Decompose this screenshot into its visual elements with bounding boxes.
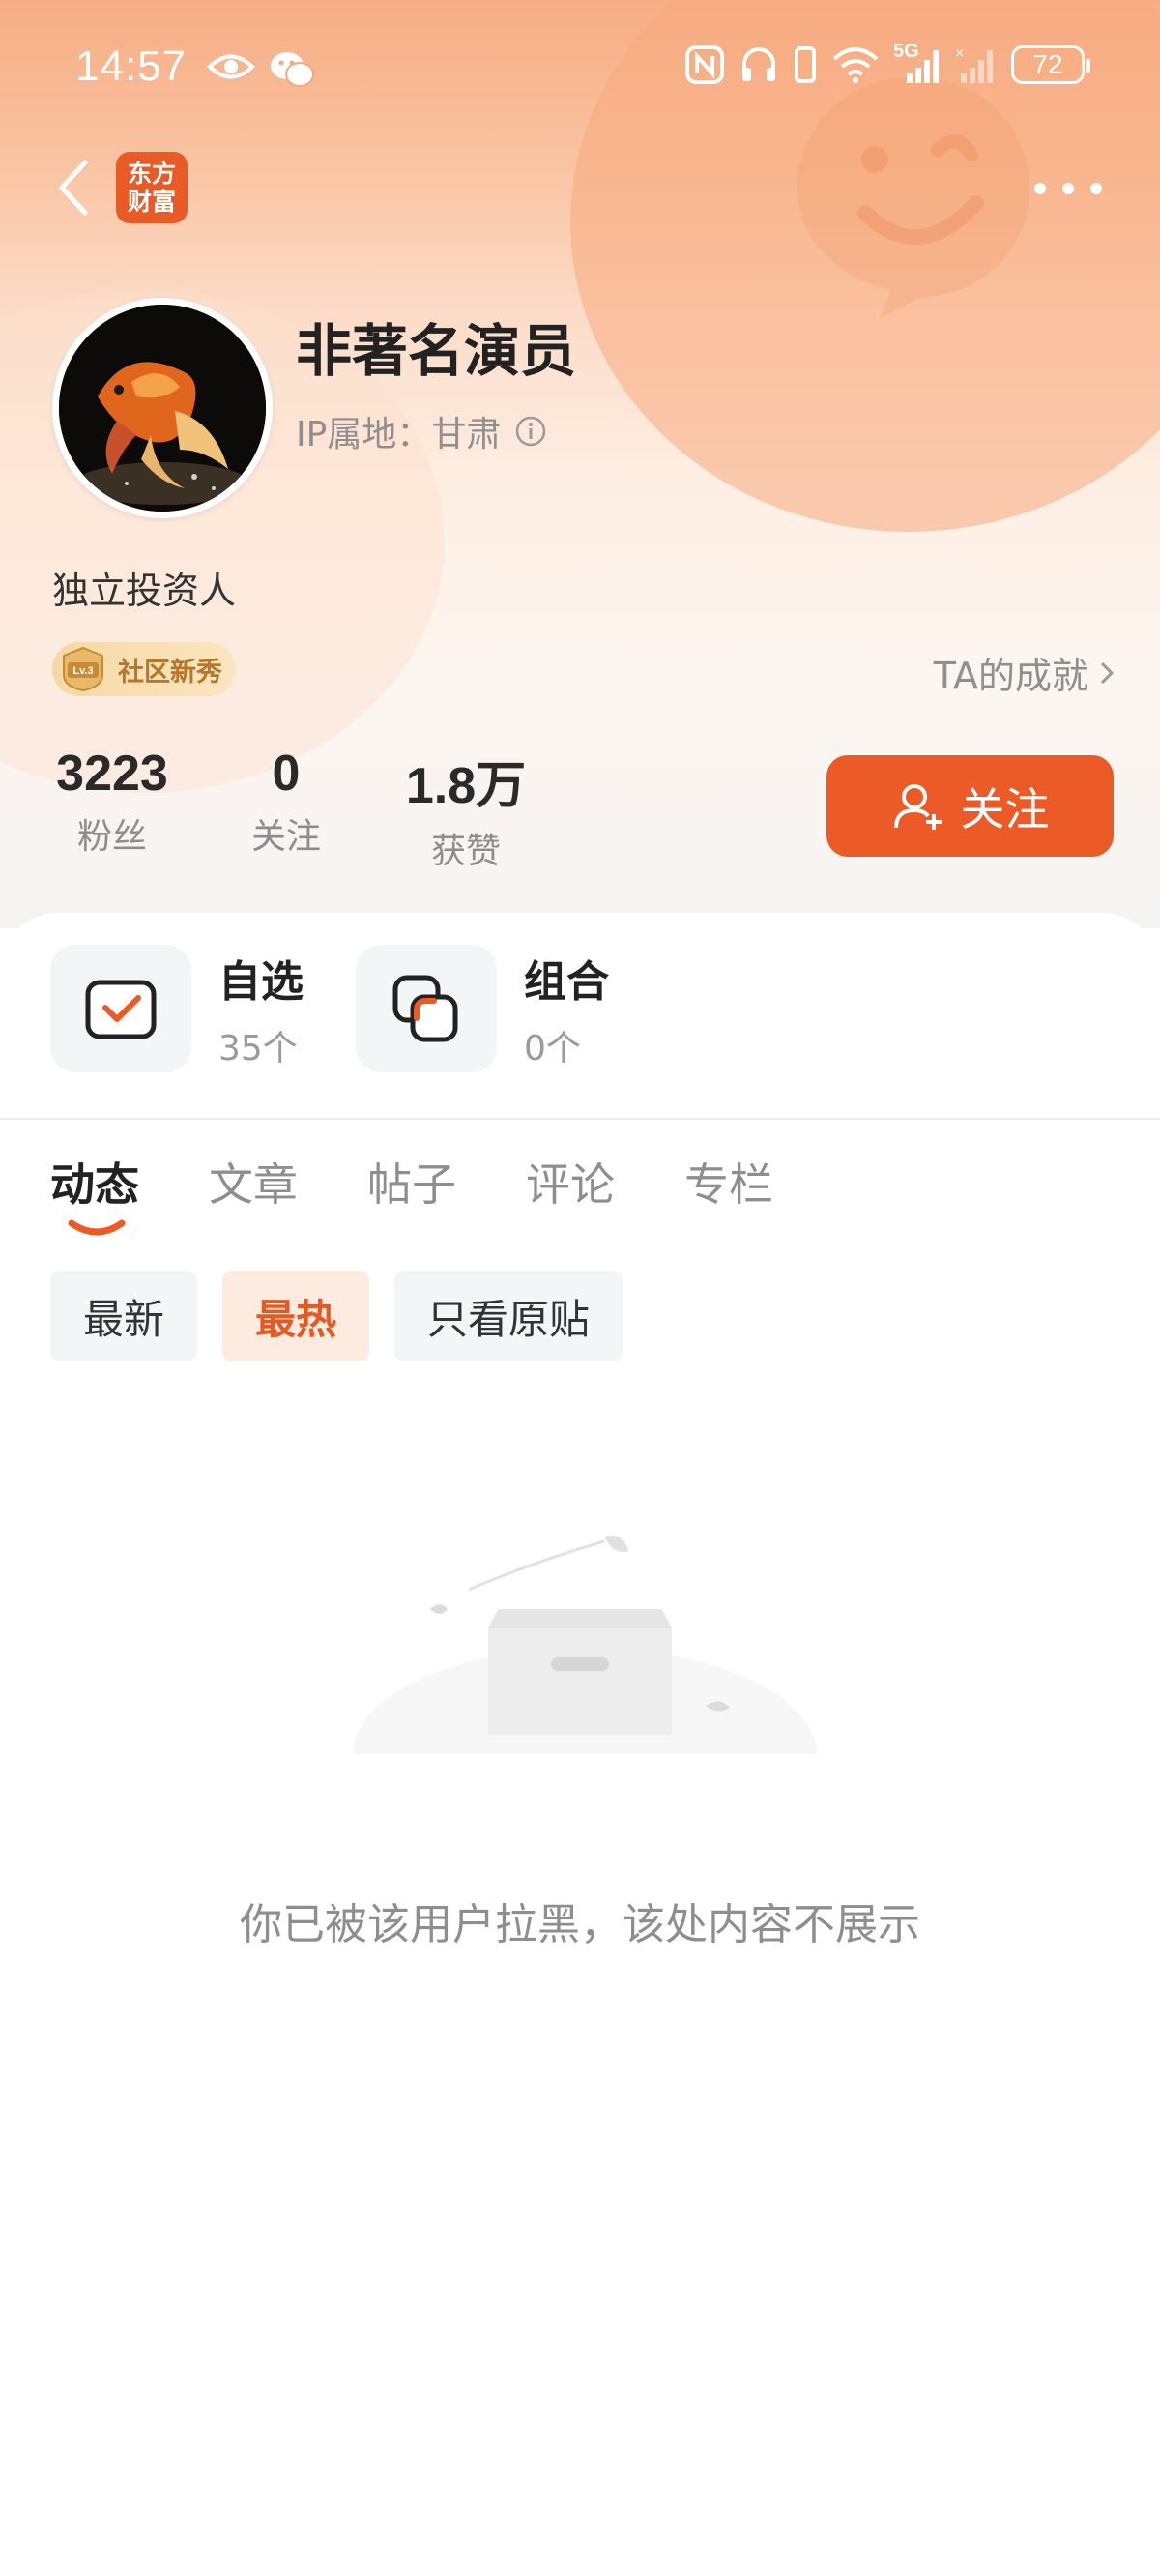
eye-icon bbox=[207, 54, 255, 79]
watchlist-check-icon bbox=[85, 980, 157, 1039]
follow-button[interactable]: 关注 bbox=[826, 755, 1114, 857]
back-button[interactable] bbox=[48, 153, 99, 222]
portfolio-squares-icon bbox=[392, 975, 458, 1042]
tab-activity[interactable]: 动态 bbox=[50, 1150, 139, 1214]
chevron-right-icon bbox=[1100, 661, 1115, 684]
svg-text:×: × bbox=[955, 45, 964, 62]
filter-original-only[interactable]: 只看原贴 bbox=[394, 1271, 624, 1361]
filter-latest[interactable]: 最新 bbox=[50, 1271, 198, 1361]
app-logo-line1: 东方 bbox=[127, 160, 176, 188]
more-dot bbox=[1062, 183, 1074, 194]
info-icon[interactable] bbox=[514, 415, 547, 448]
status-time: 14:57 bbox=[75, 43, 188, 90]
shortcut-title: 自选 bbox=[218, 957, 304, 1007]
more-dot bbox=[1090, 183, 1102, 194]
app-logo[interactable]: 东方 财富 bbox=[116, 152, 188, 223]
community-rookie-badge[interactable]: Lv.3 社区新秀 bbox=[52, 642, 236, 696]
filter-chips: 最新 最热 只看原贴 bbox=[50, 1271, 624, 1361]
shortcut-portfolio[interactable]: 组合 0个 bbox=[356, 945, 609, 1072]
badge-label: 社区新秀 bbox=[118, 657, 222, 688]
empty-box-illustration bbox=[353, 1536, 817, 1754]
status-left-icons bbox=[207, 50, 315, 89]
portfolio-icon-box bbox=[356, 945, 497, 1072]
ip-location: IP属地：甘肃 bbox=[296, 406, 547, 456]
achievements-label: TA的成就 bbox=[933, 655, 1088, 697]
shortcut-title: 组合 bbox=[524, 957, 609, 1007]
headphones-icon bbox=[742, 47, 775, 81]
shortcut-count: 35个 bbox=[218, 1029, 298, 1068]
nfc-icon bbox=[685, 45, 724, 84]
stat-likes[interactable]: 1.8万 获赞 bbox=[398, 745, 534, 873]
tab-posts[interactable]: 帖子 bbox=[367, 1150, 456, 1214]
achievements-link[interactable]: TA的成就 bbox=[934, 646, 1116, 699]
username: 非著名演员 bbox=[296, 318, 577, 384]
stat-following[interactable]: 0 关注 bbox=[238, 745, 334, 859]
active-tab-indicator bbox=[68, 1219, 126, 1236]
more-options-button[interactable] bbox=[1034, 174, 1102, 203]
app-logo-line2: 财富 bbox=[127, 188, 176, 216]
stat-value: 3223 bbox=[56, 746, 168, 802]
tab-comments[interactable]: 评论 bbox=[526, 1150, 615, 1214]
stat-label: 获赞 bbox=[430, 832, 501, 871]
stat-value: 1.8万 bbox=[405, 758, 527, 814]
filter-hottest[interactable]: 最热 bbox=[222, 1271, 370, 1361]
signal-no-sim-icon: × bbox=[955, 45, 993, 83]
user-avatar[interactable] bbox=[52, 298, 273, 518]
wechat-icon bbox=[271, 52, 314, 87]
stat-label: 关注 bbox=[250, 817, 321, 857]
watchlist-icon-box bbox=[50, 945, 191, 1072]
content-card: 自选 35个 组合 0个 动态 文章 帖子 评论 专栏 最新 最热 只看原贴 你… bbox=[0, 913, 1160, 2576]
section-divider bbox=[0, 1118, 1160, 1120]
status-bar: 14:57 5G × 72 bbox=[0, 0, 1160, 145]
content-tabs: 动态 文章 帖子 评论 专栏 bbox=[0, 1150, 1160, 1237]
goldfish-avatar-image bbox=[59, 305, 266, 512]
empty-state-message: 你已被该用户拉黑，该处内容不展示 bbox=[240, 1900, 920, 1949]
add-user-icon bbox=[893, 783, 942, 830]
tab-articles[interactable]: 文章 bbox=[209, 1150, 298, 1214]
battery-indicator: 72 bbox=[1011, 45, 1090, 84]
stat-label: 粉丝 bbox=[76, 817, 147, 857]
wifi-icon bbox=[832, 47, 879, 83]
stat-followers[interactable]: 3223 粉丝 bbox=[52, 745, 172, 859]
status-right-icons: 5G × 72 bbox=[684, 41, 1090, 85]
ip-location-text: IP属地：甘肃 bbox=[296, 415, 502, 454]
vibrate-icon bbox=[795, 46, 816, 83]
stat-value: 0 bbox=[272, 746, 301, 802]
badge-level-text: Lv.3 bbox=[72, 665, 93, 677]
shortcut-watchlist[interactable]: 自选 35个 bbox=[50, 945, 304, 1072]
follow-label: 关注 bbox=[960, 782, 1050, 835]
signal-5g-icon: 5G bbox=[893, 41, 942, 85]
tab-columns[interactable]: 专栏 bbox=[684, 1150, 773, 1214]
shortcut-count: 0个 bbox=[524, 1029, 581, 1068]
level-badge-icon: Lv.3 bbox=[63, 646, 103, 692]
user-bio: 独立投资人 bbox=[52, 570, 237, 612]
more-dot bbox=[1034, 183, 1046, 194]
